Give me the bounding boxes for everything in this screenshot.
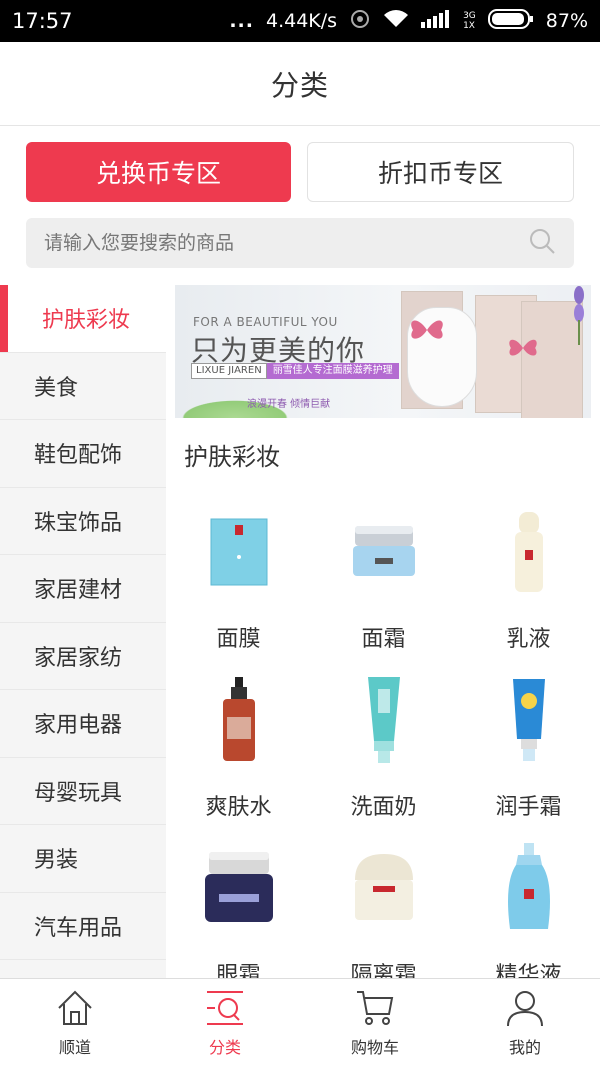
banner-top-line: FOR A BEAUTIFUL YOU xyxy=(193,315,338,329)
category-content: FOR A BEAUTIFUL YOU 只为更美的你 LIXUE JIAREN … xyxy=(166,285,600,978)
category-sidebar: 护肤彩妆 美食 鞋包配饰 珠宝饰品 家居建材 家居家纺 家用电器 母婴玩具 男装… xyxy=(0,285,166,978)
battery-icon xyxy=(487,8,534,35)
product-name: 爽肤水 xyxy=(205,795,272,820)
product-item[interactable]: 面膜 xyxy=(166,497,311,665)
page-title: 分类 xyxy=(270,68,329,102)
product-item[interactable]: 乳液 xyxy=(456,497,600,665)
sidebar-item-jewelry[interactable]: 珠宝饰品 xyxy=(0,488,166,555)
banner-brand: LIXUE JIAREN xyxy=(191,363,267,379)
status-bar: 17:57 ... 4.44K/s 3G 1X 87% xyxy=(0,0,600,42)
category-icon xyxy=(205,988,245,1032)
sidebar-item-shoes-bags[interactable]: 鞋包配饰 xyxy=(0,420,166,488)
tab-exchange-coin-zone[interactable]: 兑换币专区 xyxy=(26,142,291,202)
product-name: 面霜 xyxy=(361,627,406,652)
battery-percent: 87% xyxy=(545,10,588,32)
search-input[interactable] xyxy=(44,232,528,254)
lavender-icon xyxy=(574,286,584,345)
promo-banner[interactable]: FOR A BEAUTIFUL YOU 只为更美的你 LIXUE JIAREN … xyxy=(175,285,591,418)
title-bar: 分类 xyxy=(0,42,600,126)
sidebar-item-auto[interactable]: 汽车用品 xyxy=(0,893,166,960)
nav-category[interactable]: 分类 xyxy=(150,979,300,1067)
section-title: 护肤彩妆 xyxy=(184,443,280,471)
product-name: 面膜 xyxy=(216,627,261,652)
sidebar-item-food[interactable]: 美食 xyxy=(0,353,166,420)
face-cream-icon xyxy=(339,497,429,607)
sidebar-item-skincare[interactable]: 护肤彩妆 xyxy=(0,285,166,353)
product-item[interactable]: 洗面奶 xyxy=(311,665,456,833)
product-item[interactable]: 面霜 xyxy=(311,497,456,665)
product-item[interactable]: 润手霜 xyxy=(456,665,600,833)
nav-profile[interactable]: 我的 xyxy=(450,979,600,1067)
zone-tabs: 兑换币专区 折扣币专区 xyxy=(26,142,574,202)
sidebar-item-baby-toys[interactable]: 母婴玩具 xyxy=(0,758,166,825)
sidebar-item-home-building[interactable]: 家居建材 xyxy=(0,555,166,623)
cart-icon xyxy=(355,988,395,1032)
search-icon[interactable] xyxy=(528,227,556,259)
wifi-icon xyxy=(383,9,409,34)
search-bar xyxy=(26,218,574,268)
network-speed: 4.44K/s xyxy=(265,10,338,32)
banner-brand-row: LIXUE JIAREN 丽雪佳人专注面膜滋养护理 xyxy=(191,363,399,379)
nav-profile-label: 我的 xyxy=(508,1038,541,1057)
nav-cart[interactable]: 购物车 xyxy=(300,979,450,1067)
butterfly-icon xyxy=(509,339,537,356)
cleanser-icon xyxy=(339,665,429,775)
eye-cream-icon xyxy=(194,833,284,943)
nav-home[interactable]: 顺道 xyxy=(0,979,150,1067)
product-name: 洗面奶 xyxy=(350,795,417,820)
bottom-nav: 顺道 分类 购物车 我的 xyxy=(0,978,600,1067)
notification-dots: ... xyxy=(229,10,254,32)
signal-icon xyxy=(421,9,451,33)
product-name: 眼霜 xyxy=(216,963,261,978)
facial-mask-icon xyxy=(194,497,284,607)
nav-cart-label: 购物车 xyxy=(350,1038,399,1057)
toner-icon xyxy=(194,665,284,775)
product-name: 隔离霜 xyxy=(350,963,417,978)
home-icon xyxy=(55,988,95,1032)
sidebar-item-home-textiles[interactable]: 家居家纺 xyxy=(0,623,166,690)
primer-icon xyxy=(339,833,429,943)
product-grid: 面膜 面霜 乳液 爽肤水 洗面奶 润手霜 眼霜 隔离霜 精华液 xyxy=(166,497,600,978)
nav-category-label: 分类 xyxy=(208,1038,241,1057)
status-time: 17:57 xyxy=(12,9,73,33)
hotspot-icon xyxy=(349,8,371,35)
sidebar-item-menswear[interactable]: 男装 xyxy=(0,825,166,893)
status-right: ... 4.44K/s 3G 1X 87% xyxy=(229,8,588,35)
product-item[interactable]: 精华液 xyxy=(456,833,600,978)
nav-home-label: 顺道 xyxy=(58,1038,91,1057)
product-name: 润手霜 xyxy=(495,795,562,820)
lotion-icon xyxy=(484,497,574,607)
sidebar-item-appliances[interactable]: 家用电器 xyxy=(0,690,166,758)
serum-icon xyxy=(484,833,574,943)
product-item[interactable]: 眼霜 xyxy=(166,833,311,978)
product-item[interactable]: 隔离霜 xyxy=(311,833,456,978)
tab-discount-coin-zone[interactable]: 折扣币专区 xyxy=(307,142,574,202)
banner-tagline: 丽雪佳人专注面膜滋养护理 xyxy=(266,363,399,379)
banner-small-text: 浪漫开春 倾情巨献 xyxy=(247,399,331,410)
hand-cream-icon xyxy=(484,665,574,775)
butterfly-icon xyxy=(411,320,443,339)
network-type: 3G 1X xyxy=(463,11,476,31)
product-name: 乳液 xyxy=(506,627,551,652)
product-item[interactable]: 爽肤水 xyxy=(166,665,311,833)
profile-icon xyxy=(505,988,545,1032)
product-name: 精华液 xyxy=(495,963,562,978)
